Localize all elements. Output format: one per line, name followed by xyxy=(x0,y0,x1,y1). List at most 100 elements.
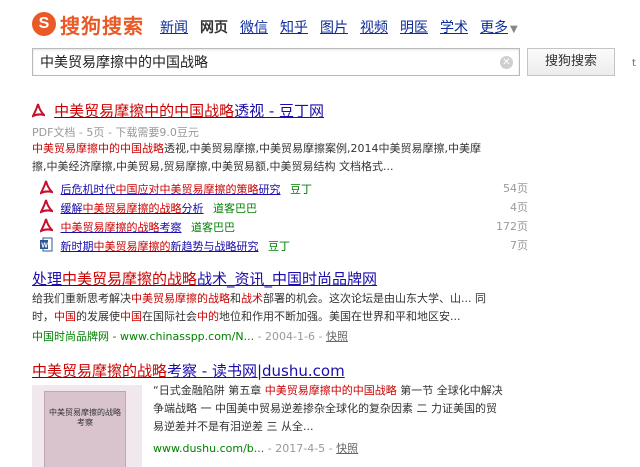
separator: - xyxy=(257,330,266,343)
book-cover-title: 中美贸易摩擦的战略考察 xyxy=(49,408,121,427)
result-3-title[interactable]: 中美贸易摩擦的战略考察 - 读书网|dushu.com xyxy=(32,360,345,381)
cache-link[interactable]: 快照 xyxy=(336,442,358,455)
clear-icon[interactable]: ✕ xyxy=(500,56,513,69)
doc-pages: 4页 xyxy=(510,201,528,214)
related-doc-row[interactable]: W 新时期中美贸易摩擦的新趋势与战略研究 豆丁 7页 xyxy=(40,237,528,255)
result-2-title[interactable]: 处理中美贸易摩擦的战略战术_资讯_中国时尚品牌网 xyxy=(32,268,377,289)
result-3-snippet: “日式金融陷阱 第五章 中美贸易摩擦中的中国战略 第一节 全球化中解决 争端战略… xyxy=(153,382,553,436)
snippet-highlight: 战术 xyxy=(241,292,263,305)
snippet-text: 给我们重新思考解决 xyxy=(32,292,131,305)
snippet-highlight: 中美贸易摩擦的战略 xyxy=(131,292,230,305)
result-3-url-row: www.dushu.com/b... - 2017-4-5 - 快照 xyxy=(153,440,358,456)
doc-source: 豆丁 xyxy=(268,240,290,253)
doc-source: 道客巴巴 xyxy=(213,202,257,215)
result-1-title-rest: 透视 - 豆丁网 xyxy=(234,102,325,120)
doc-pages: 7页 xyxy=(510,239,528,252)
nav-zhihu[interactable]: 知乎 xyxy=(280,17,308,37)
pdf-icon xyxy=(32,103,45,118)
pdf-icon xyxy=(40,218,53,233)
link-highlight: 中国应对中美贸易摩擦的策略 xyxy=(115,183,259,196)
nav-news[interactable]: 新闻 xyxy=(160,17,188,37)
link-text: 后危机时代 xyxy=(60,183,116,196)
search-input[interactable] xyxy=(33,49,500,75)
related-doc-link[interactable]: 后危机时代中国应对中美贸易摩擦的策略研究 xyxy=(61,183,281,196)
link-text: 缓解 xyxy=(60,202,83,215)
related-doc-link[interactable]: 中美贸易摩擦的战略考察 xyxy=(61,221,182,234)
title-text: 战术_资讯_中国时尚品牌网 xyxy=(197,270,378,288)
nav-weixin[interactable]: 微信 xyxy=(240,17,268,37)
result-2-url-row: 中国时尚品牌网 - www.chinasspp.com/N... - 2004-… xyxy=(32,328,348,344)
result-1-meta: PDF文档 - 5页 - 下载需要9.0豆元 xyxy=(32,126,199,139)
book-cover: 中美贸易摩擦的战略考察 xyxy=(44,391,126,467)
link-text: 考察 xyxy=(159,221,182,234)
vertical-nav: 新闻 网页 微信 知乎 图片 视频 明医 学术 更多 ▼ xyxy=(160,17,518,37)
link-highlight: 中美贸易摩擦的 xyxy=(93,240,171,253)
snippet-text: 部署的机会。这次论坛是由山东大学、山... 同 xyxy=(263,292,486,305)
snippet-highlight: 中国 xyxy=(120,310,142,323)
title-highlight: 中美贸易摩擦的战略 xyxy=(32,362,168,380)
snippet-text: 擦,中美经济摩擦,中美贸易,贸易摩擦,中美贸易额,中美贸易结构 文档格式... xyxy=(32,160,394,173)
doc-pages: 54页 xyxy=(503,182,528,195)
related-doc-row[interactable]: 中美贸易摩擦的战略考察 道客巴巴 172页 xyxy=(40,218,528,236)
svg-text:W: W xyxy=(41,243,48,250)
doc-source: 豆丁 xyxy=(290,183,312,196)
link-highlight: 中美贸易摩擦的战略 xyxy=(82,202,182,215)
snippet-text: 在国际社会 xyxy=(142,310,197,323)
result-1-snippet: 中美贸易摩擦中的中国战略透视,中美贸易摩擦,中美贸易摩擦案例,2014中美贸易摩… xyxy=(32,140,528,176)
related-doc-row[interactable]: 缓解中美贸易摩擦的战略分析 道客巴巴 4页 xyxy=(40,199,528,217)
result-url: 中国时尚品牌网 - www.chinasspp.com/N... xyxy=(32,330,255,343)
snippet-highlight: 中美贸易摩擦中的中国战略 xyxy=(264,384,397,397)
nav-images[interactable]: 图片 xyxy=(320,17,348,37)
snippet-highlight: 中的 xyxy=(197,310,219,323)
nav-mingyi[interactable]: 明医 xyxy=(400,17,428,37)
link-text: 新时期 xyxy=(60,240,94,253)
snippet-text: 透视,中美贸易摩擦,中美贸易摩擦案例,2014中美贸易摩擦,中美摩 xyxy=(164,142,481,155)
snippet-text: 易逆差并不是有泪逆差 三 从全... xyxy=(153,420,314,433)
title-text: 考察 - 读书网|dushu.com xyxy=(167,362,345,380)
snippet-highlight: 中国 xyxy=(54,310,76,323)
word-icon: W xyxy=(40,237,53,252)
nav-web[interactable]: 网页 xyxy=(200,17,228,37)
result-url: www.dushu.com/b... xyxy=(153,442,265,455)
snippet-text: 第一节 全球化中解决 xyxy=(396,384,503,397)
snippet-text: “日式金融陷阱 第五章 xyxy=(153,384,265,397)
book-cover-thumbnail[interactable]: 中美贸易摩擦的战略考察 xyxy=(32,385,142,467)
chevron-down-icon: ▼ xyxy=(510,24,518,35)
nav-video[interactable]: 视频 xyxy=(360,17,388,37)
snippet-text: 地位和作用不断加强。美国在世界和平和地区安... xyxy=(219,310,461,323)
pdf-icon xyxy=(40,199,53,214)
sogou-logo[interactable]: S 搜狗搜索 xyxy=(32,8,150,40)
nav-xueshu[interactable]: 学术 xyxy=(440,17,468,37)
related-doc-row[interactable]: 后危机时代中国应对中美贸易摩擦的策略研究 豆丁 54页 xyxy=(40,180,528,198)
doc-pages: 172页 xyxy=(496,220,528,233)
doc-source: 道客巴巴 xyxy=(191,221,235,234)
link-text: 研究 xyxy=(258,183,281,196)
snippet-text: 和 xyxy=(230,292,241,305)
related-doc-link[interactable]: 新时期中美贸易摩擦的新趋势与战略研究 xyxy=(61,240,259,253)
snippet-text: 时， xyxy=(32,310,54,323)
link-text: 新趋势与战略研究 xyxy=(170,240,259,253)
side-edge-text: t xyxy=(632,58,636,69)
result-date: 2004-1-6 xyxy=(265,330,315,343)
result-1-title[interactable]: 中美贸易摩擦中的中国战略透视 - 豆丁网 xyxy=(32,100,324,121)
link-highlight: 中美贸易摩擦的战略 xyxy=(60,221,160,234)
search-box: ✕ xyxy=(32,48,520,76)
title-text: 处理 xyxy=(32,270,63,288)
result-date: 2017-4-5 xyxy=(275,442,326,455)
nav-more[interactable]: 更多 ▼ xyxy=(480,17,518,37)
separator: - xyxy=(318,330,326,343)
snippet-text: 争端战略 一 中国美中贸易逆差掺杂全球化的复杂因素 二 力证美国的贸 xyxy=(153,402,497,415)
nav-more-label: 更多 xyxy=(480,20,508,36)
result-1-title-em: 中美贸易摩擦中的中国战略 xyxy=(54,102,235,120)
search-button[interactable]: 搜狗搜索 xyxy=(527,48,615,76)
result-2-snippet: 给我们重新思考解决中美贸易摩擦的战略和战术部署的机会。这次论坛是由山东大学、山.… xyxy=(32,290,528,326)
sogou-logo-icon: S xyxy=(32,12,56,36)
link-text: 分析 xyxy=(181,202,204,215)
cache-link[interactable]: 快照 xyxy=(326,330,348,343)
related-doc-link[interactable]: 缓解中美贸易摩擦的战略分析 xyxy=(61,202,204,215)
snippet-highlight: 中美贸易摩擦中的中国战略 xyxy=(32,142,164,155)
title-highlight: 中美贸易摩擦的战略 xyxy=(62,270,198,288)
sogou-logo-text: 搜狗搜索 xyxy=(60,13,144,38)
snippet-text: 的发展使 xyxy=(76,310,120,323)
pdf-icon xyxy=(40,180,53,195)
